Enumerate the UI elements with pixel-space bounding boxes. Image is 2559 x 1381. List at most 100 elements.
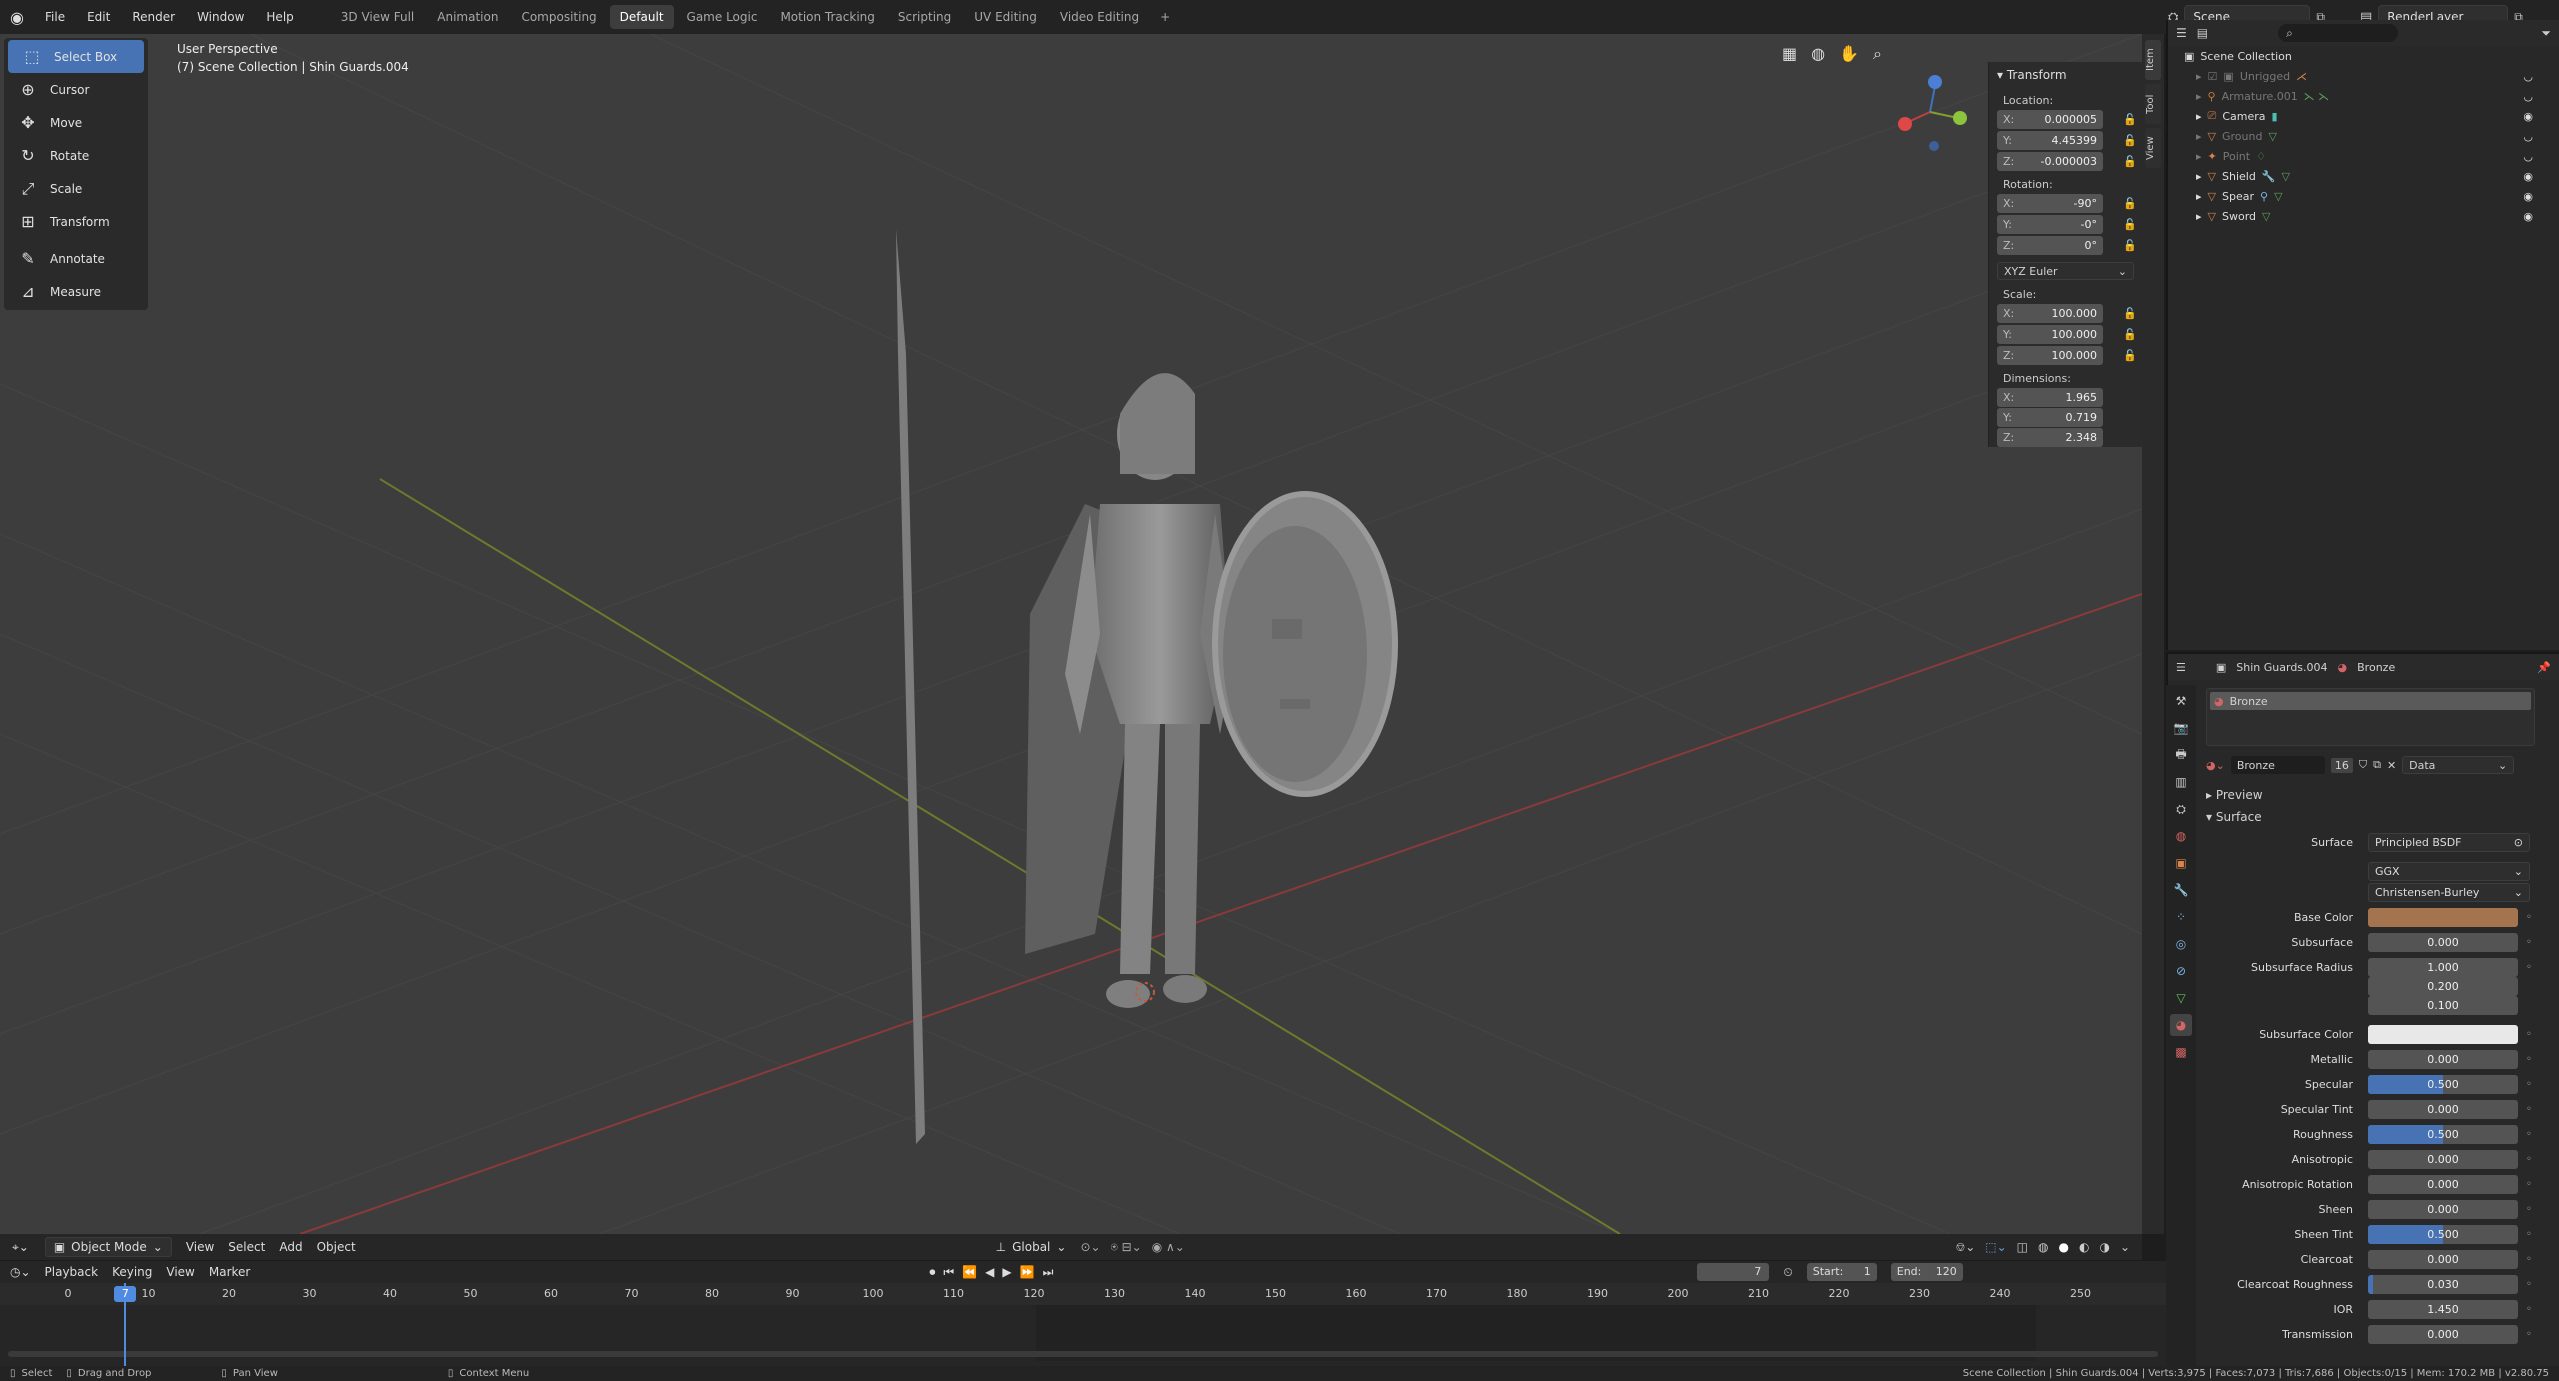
dimensions-z-field[interactable]: Z: 2.348 <box>1997 428 2103 447</box>
navigation-gizmo[interactable] <box>1898 75 1967 151</box>
tab-view[interactable]: View <box>2145 128 2161 168</box>
tool-scale[interactable]: ⤢ Scale <box>4 172 148 205</box>
spear-model[interactable] <box>896 229 925 1144</box>
end-frame-field[interactable]: End: 120 <box>1890 1263 1963 1281</box>
dimensions-x-field[interactable]: X: 1.965 <box>1997 388 2103 407</box>
rotation-mode-select[interactable]: XYZ Euler ⌄ <box>1997 262 2134 280</box>
zoom-icon[interactable]: ⌕ <box>1873 44 1882 64</box>
rotation-y-field[interactable]: Y: -0° <box>1997 215 2103 234</box>
scene-icon[interactable]: ⛭ <box>2170 798 2192 820</box>
outliner-item-point[interactable]: ▸ ✦ Point ♢ ◡ <box>2168 146 2559 166</box>
link-mode-select[interactable]: Data ⌄ <box>2402 756 2515 774</box>
record-icon[interactable]: ⏺ <box>929 1265 935 1280</box>
jump-keyframe-back-icon[interactable]: ⏪ <box>962 1265 977 1280</box>
sheen-field[interactable]: 0.000 <box>2368 1200 2518 1219</box>
expand-arrow-icon[interactable]: ▸ <box>2196 190 2202 203</box>
blender-logo-icon[interactable]: ◉ <box>0 0 34 34</box>
duplicate-icon[interactable]: ⧉ <box>2373 758 2381 772</box>
timeline-menu-marker[interactable]: Marker <box>209 1265 250 1279</box>
socket-icon[interactable]: ◦ <box>2526 1154 2532 1165</box>
expand-arrow-icon[interactable]: ▸ <box>2196 110 2202 123</box>
socket-icon[interactable]: ◦ <box>2526 1179 2532 1190</box>
timeline-scrollbar[interactable] <box>8 1351 2158 1357</box>
hidden-icon[interactable]: ◡ <box>2523 130 2533 143</box>
editor-type-icon[interactable]: ☰ <box>2176 26 2187 40</box>
socket-icon[interactable]: ◦ <box>2526 1229 2532 1240</box>
tab-motion-tracking[interactable]: Motion Tracking <box>770 5 884 29</box>
tab-item[interactable]: Item <box>2145 40 2161 80</box>
lock-icon[interactable]: 🔓 <box>2123 218 2137 231</box>
timeline-menu-keying[interactable]: Keying <box>112 1265 152 1279</box>
jump-keyframe-forward-icon[interactable]: ⏩ <box>1020 1265 1035 1280</box>
socket-icon[interactable]: ◦ <box>2526 1029 2532 1040</box>
outliner-item-spear[interactable]: ▸ ▽ Spear ⚲ ▽ ◉ <box>2168 186 2559 206</box>
play-reverse-icon[interactable]: ◀ <box>985 1265 994 1280</box>
rotation-x-field[interactable]: X: -90° <box>1997 194 2103 213</box>
checkbox-icon[interactable]: ☑ <box>2208 70 2218 83</box>
outliner-item-shield[interactable]: ▸ ▽ Shield 🔧 ▽ ◉ <box>2168 166 2559 186</box>
rotation-z-field[interactable]: Z: 0° <box>1997 236 2103 255</box>
socket-icon[interactable]: ◦ <box>2526 962 2532 973</box>
menu-render[interactable]: Render <box>121 0 186 34</box>
preview-range-icon[interactable]: ⏲ <box>1783 1265 1792 1280</box>
tool-move[interactable]: ✥ Move <box>4 106 148 139</box>
breadcrumb-object[interactable]: Shin Guards.004 <box>2236 661 2327 674</box>
lock-icon[interactable]: 🔓 <box>2123 155 2137 168</box>
object-props-icon[interactable]: ▣ <box>2170 852 2192 874</box>
texture-icon[interactable]: ▩ <box>2170 1041 2192 1063</box>
expand-arrow-icon[interactable]: ▸ <box>2196 170 2202 183</box>
subsurface-field[interactable]: 0.000 <box>2368 933 2518 952</box>
material-name-field[interactable]: Bronze <box>2230 756 2325 774</box>
outliner-item-sword[interactable]: ▸ ▽ Sword ▽ ◉ <box>2168 206 2559 226</box>
socket-icon[interactable]: ◦ <box>2526 1204 2532 1215</box>
snap-icon[interactable]: ⍟ ⊟⌄ <box>1111 1240 1142 1255</box>
clock-icon[interactable]: ◷⌄ <box>10 1265 31 1279</box>
hidden-icon[interactable]: ◡ <box>2523 150 2533 163</box>
keyframe-area[interactable] <box>0 1305 2166 1361</box>
expand-arrow-icon[interactable]: ▸ <box>2196 130 2202 143</box>
base-color-swatch[interactable] <box>2368 908 2518 927</box>
close-icon[interactable]: ✕ <box>2387 759 2396 772</box>
constraints-icon[interactable]: ⊘ <box>2170 960 2192 982</box>
menu-help[interactable]: Help <box>255 0 304 34</box>
jump-start-icon[interactable]: ⏮ <box>943 1265 954 1280</box>
hidden-icon[interactable]: ◡ <box>2523 70 2533 83</box>
jump-end-icon[interactable]: ⏭ <box>1043 1265 1054 1280</box>
scale-z-field[interactable]: Z: 100.000 <box>1997 346 2103 365</box>
tab-tool[interactable]: Tool <box>2145 84 2161 124</box>
tool-measure[interactable]: ⊿ Measure <box>4 275 148 308</box>
menu-file[interactable]: File <box>34 0 76 34</box>
orientation-select[interactable]: ⊥ Global ⌄ <box>996 1240 1067 1254</box>
shield-model[interactable] <box>1212 491 1398 797</box>
tool-annotate[interactable]: ✎ Annotate <box>4 242 148 275</box>
socket-icon[interactable]: ◦ <box>2526 1054 2532 1065</box>
view-layer-icon[interactable]: ▥ <box>2170 771 2192 793</box>
camera-view-icon[interactable]: ◍ <box>1811 44 1825 64</box>
particles-icon[interactable]: ⁘ <box>2170 906 2192 928</box>
socket-icon[interactable]: ◦ <box>2526 1279 2532 1290</box>
tab-default[interactable]: Default <box>609 5 674 29</box>
tab-scripting[interactable]: Scripting <box>888 5 961 29</box>
transform-panel-header[interactable]: ▾ Transform <box>1989 62 2142 88</box>
specular-field[interactable]: 0.500 <box>2368 1075 2518 1094</box>
shading-options-icon[interactable]: ⌄ <box>2120 1240 2130 1255</box>
specular-tint-field[interactable]: 0.000 <box>2368 1100 2518 1119</box>
outliner-root[interactable]: ▣ Scene Collection <box>2168 46 2559 66</box>
eye-icon[interactable]: ◉ <box>2523 170 2533 183</box>
tab-video-editing[interactable]: Video Editing <box>1050 5 1149 29</box>
header-menu-add[interactable]: Add <box>279 1240 302 1254</box>
socket-icon[interactable]: ◦ <box>2526 1104 2532 1115</box>
socket-icon[interactable]: ◦ <box>2526 1329 2532 1340</box>
tab-uv-editing[interactable]: UV Editing <box>964 5 1047 29</box>
pivot-icon[interactable]: ⊙⌄ <box>1080 1240 1100 1254</box>
subsurface-radius-x-field[interactable]: 1.000 <box>2368 958 2518 977</box>
modifier-icon[interactable]: 🔧 <box>2170 879 2192 901</box>
timeline-menu-playback[interactable]: Playback <box>45 1265 99 1279</box>
frame-ruler[interactable]: 0 10 20 30 40 50 60 70 80 90 100 110 120 130 140 150 160… <box>0 1283 2166 1305</box>
scale-y-field[interactable]: Y: 100.000 <box>1997 325 2103 344</box>
tool-select-box[interactable]: ⬚ Select Box <box>8 40 144 73</box>
header-menu-object[interactable]: Object <box>317 1240 356 1254</box>
eye-icon[interactable]: ◉ <box>2523 190 2533 203</box>
wireframe-shading-icon[interactable]: ◍ <box>2038 1240 2048 1255</box>
play-icon[interactable]: ▶ <box>1002 1265 1011 1280</box>
